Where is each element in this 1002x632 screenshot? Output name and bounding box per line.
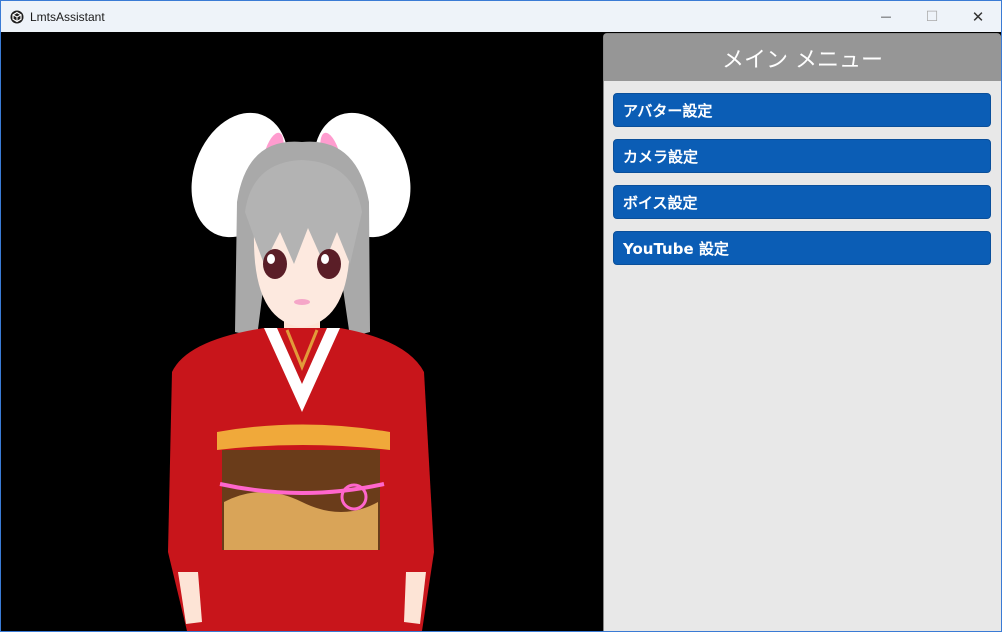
maximize-button[interactable]: ☐ (909, 1, 955, 32)
menu-title: メイン メニュー (722, 47, 883, 73)
app-window: LmtsAssistant — ☐ ✕ メイン メニュー アバター設定 カメラ設… (0, 0, 1002, 632)
youtube-settings-button[interactable]: YouTube 設定 (613, 231, 991, 265)
menu-button-label: カメラ設定 (623, 147, 699, 166)
app-logo-icon (10, 10, 24, 23)
menu-button-label: アバター設定 (623, 101, 713, 120)
minimize-icon: — (880, 10, 892, 23)
window-title: LmtsAssistant (30, 9, 105, 24)
title-bar[interactable]: LmtsAssistant — ☐ ✕ (1, 1, 1001, 32)
menu-button-label: YouTube 設定 (623, 239, 729, 258)
minimize-button[interactable]: — (863, 1, 909, 32)
avatar-viewport[interactable] (2, 32, 602, 631)
main-menu-panel: メイン メニュー アバター設定 カメラ設定 ボイス設定 YouTube 設定 (603, 33, 1001, 631)
avatar-settings-button[interactable]: アバター設定 (613, 93, 991, 127)
close-icon: ✕ (971, 7, 985, 26)
maximize-icon: ☐ (925, 8, 939, 25)
close-button[interactable]: ✕ (955, 1, 1001, 32)
menu-button-label: ボイス設定 (623, 193, 698, 212)
voice-settings-button[interactable]: ボイス設定 (613, 185, 991, 219)
avatar-illustration (168, 112, 434, 631)
menu-header: メイン メニュー (604, 34, 1001, 81)
camera-settings-button[interactable]: カメラ設定 (613, 139, 991, 173)
